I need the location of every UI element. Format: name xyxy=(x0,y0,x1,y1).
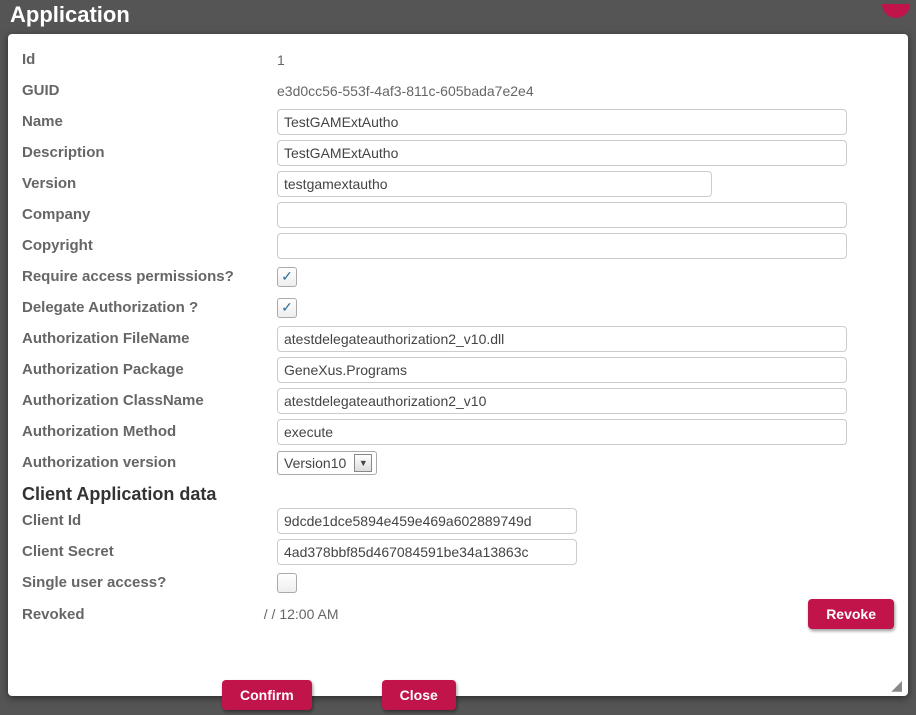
page-title: Application xyxy=(8,0,908,34)
chevron-down-icon[interactable]: ▼ xyxy=(354,454,372,472)
delegate-authorization-checkbox[interactable]: ✓ xyxy=(277,298,297,318)
guid-value: e3d0cc56-553f-4af3-811c-605bada7e2e4 xyxy=(277,83,534,99)
guid-label: GUID xyxy=(22,82,277,99)
version-label: Version xyxy=(22,175,277,192)
client-application-section-header: Client Application data xyxy=(22,478,894,505)
single-user-access-checkbox[interactable] xyxy=(277,573,297,593)
resize-grip-icon[interactable]: ◢ xyxy=(888,678,902,692)
description-field[interactable] xyxy=(277,140,847,166)
company-label: Company xyxy=(22,206,277,223)
revoked-label: Revoked xyxy=(22,606,264,623)
client-id-field[interactable] xyxy=(277,508,577,534)
delegate-authorization-label: Delegate Authorization ? xyxy=(22,299,277,316)
copyright-label: Copyright xyxy=(22,237,277,254)
authorization-version-selected: Version10 xyxy=(284,455,346,471)
client-secret-label: Client Secret xyxy=(22,543,277,560)
authorization-filename-field[interactable] xyxy=(277,326,847,352)
authorization-classname-field[interactable] xyxy=(277,388,847,414)
version-field[interactable] xyxy=(277,171,712,197)
require-permissions-label: Require access permissions? xyxy=(22,268,277,285)
id-label: Id xyxy=(22,51,277,68)
client-secret-field[interactable] xyxy=(277,539,577,565)
name-label: Name xyxy=(22,113,277,130)
authorization-version-label: Authorization version xyxy=(22,454,277,471)
client-id-label: Client Id xyxy=(22,512,277,529)
authorization-filename-label: Authorization FileName xyxy=(22,330,277,347)
id-value: 1 xyxy=(277,52,285,68)
name-field[interactable] xyxy=(277,109,847,135)
authorization-method-field[interactable] xyxy=(277,419,847,445)
application-form-panel: Id 1 GUID e3d0cc56-553f-4af3-811c-605bad… xyxy=(8,34,908,696)
authorization-package-label: Authorization Package xyxy=(22,361,277,378)
company-field[interactable] xyxy=(277,202,847,228)
single-user-access-label: Single user access? xyxy=(22,574,277,591)
require-permissions-checkbox[interactable]: ✓ xyxy=(277,267,297,287)
authorization-version-select[interactable]: Version10 ▼ xyxy=(277,451,377,475)
confirm-button[interactable]: Confirm xyxy=(222,680,312,710)
authorization-method-label: Authorization Method xyxy=(22,423,277,440)
authorization-package-field[interactable] xyxy=(277,357,847,383)
authorization-classname-label: Authorization ClassName xyxy=(22,392,277,409)
copyright-field[interactable] xyxy=(277,233,847,259)
revoke-button[interactable]: Revoke xyxy=(808,599,894,629)
description-label: Description xyxy=(22,144,277,161)
revoked-value: / / 12:00 AM xyxy=(264,606,548,622)
close-button[interactable]: Close xyxy=(382,680,456,710)
